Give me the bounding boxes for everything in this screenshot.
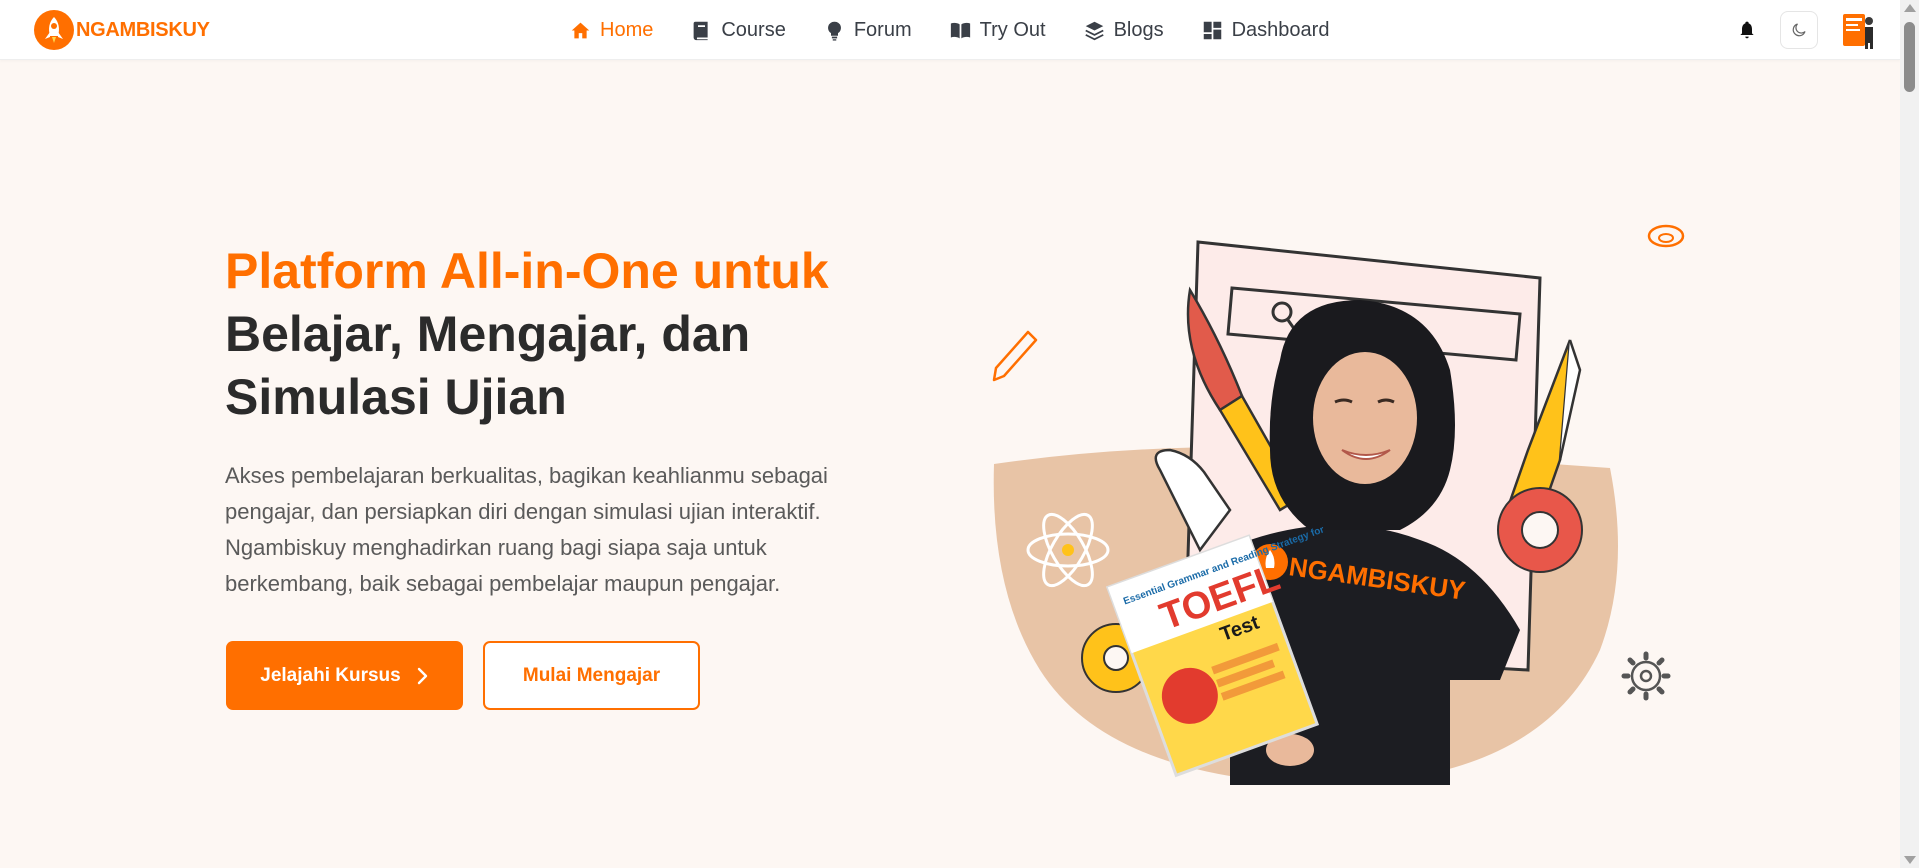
pencil-outline-icon bbox=[992, 330, 1038, 382]
hero-title-rest: Belajar, Mengajar, dan Simulasi Ujian bbox=[225, 306, 751, 425]
page-scrollbar[interactable] bbox=[1900, 0, 1919, 868]
moon-icon bbox=[1792, 23, 1806, 37]
nav-forum[interactable]: Forum bbox=[824, 19, 912, 42]
nav-course-label: Course bbox=[721, 18, 786, 41]
gear-drawing-right bbox=[1497, 487, 1583, 573]
hero-title: Platform All-in-One untuk Belajar, Menga… bbox=[225, 240, 925, 429]
navbar: NGAMBISKUY Home Course Forum Try Out Blo… bbox=[0, 0, 1900, 60]
theme-toggle-button[interactable] bbox=[1780, 11, 1818, 49]
nav-home[interactable]: Home bbox=[570, 19, 653, 42]
hero-title-accent: Platform All-in-One untuk bbox=[225, 243, 829, 299]
hero-illustration: NGAMBISKUY Essential Grammar and Reading… bbox=[980, 210, 1700, 790]
lightbulb-icon bbox=[827, 21, 841, 41]
gear-outline-icon bbox=[1621, 651, 1671, 701]
start-teaching-button[interactable]: Mulai Mengajar bbox=[483, 641, 700, 710]
explore-courses-label: Jelajahi Kursus bbox=[260, 664, 401, 686]
main-nav: Home Course Forum Try Out Blogs Dashboar… bbox=[570, 0, 1329, 60]
home-icon bbox=[571, 22, 590, 38]
scroll-thumb[interactable] bbox=[1904, 22, 1915, 92]
scroll-up-arrow[interactable] bbox=[1904, 4, 1916, 12]
brand-name: NGAMBISKUY bbox=[76, 18, 210, 41]
book-icon bbox=[693, 21, 708, 40]
nav-forum-label: Forum bbox=[853, 18, 912, 41]
nav-blogs[interactable]: Blogs bbox=[1084, 19, 1164, 42]
nav-tryout-label: Try Out bbox=[979, 18, 1046, 41]
bell-icon[interactable] bbox=[1732, 15, 1762, 45]
layers-icon bbox=[1084, 21, 1104, 40]
start-teaching-label: Mulai Mengajar bbox=[522, 664, 661, 686]
eye-icon bbox=[1647, 224, 1685, 248]
dashboard-icon bbox=[1203, 21, 1221, 39]
avatar[interactable] bbox=[1836, 8, 1880, 52]
nav-blogs-label: Blogs bbox=[1113, 18, 1164, 41]
brand-logo[interactable]: NGAMBISKUY bbox=[34, 10, 210, 50]
nav-tryout[interactable]: Try Out bbox=[950, 19, 1046, 42]
nav-dashboard-label: Dashboard bbox=[1231, 18, 1330, 41]
scroll-down-arrow[interactable] bbox=[1904, 856, 1916, 864]
chevron-right-icon bbox=[417, 667, 427, 684]
rocket-icon bbox=[34, 10, 74, 50]
explore-courses-button[interactable]: Jelajahi Kursus bbox=[226, 641, 463, 710]
nav-home-label: Home bbox=[600, 18, 654, 41]
open-book-icon bbox=[950, 22, 970, 38]
nav-actions bbox=[1732, 0, 1880, 60]
nav-course[interactable]: Course bbox=[691, 18, 786, 42]
hero-description: Akses pembelajaran berkualitas, bagikan … bbox=[225, 463, 828, 596]
nav-dashboard[interactable]: Dashboard bbox=[1202, 18, 1330, 42]
